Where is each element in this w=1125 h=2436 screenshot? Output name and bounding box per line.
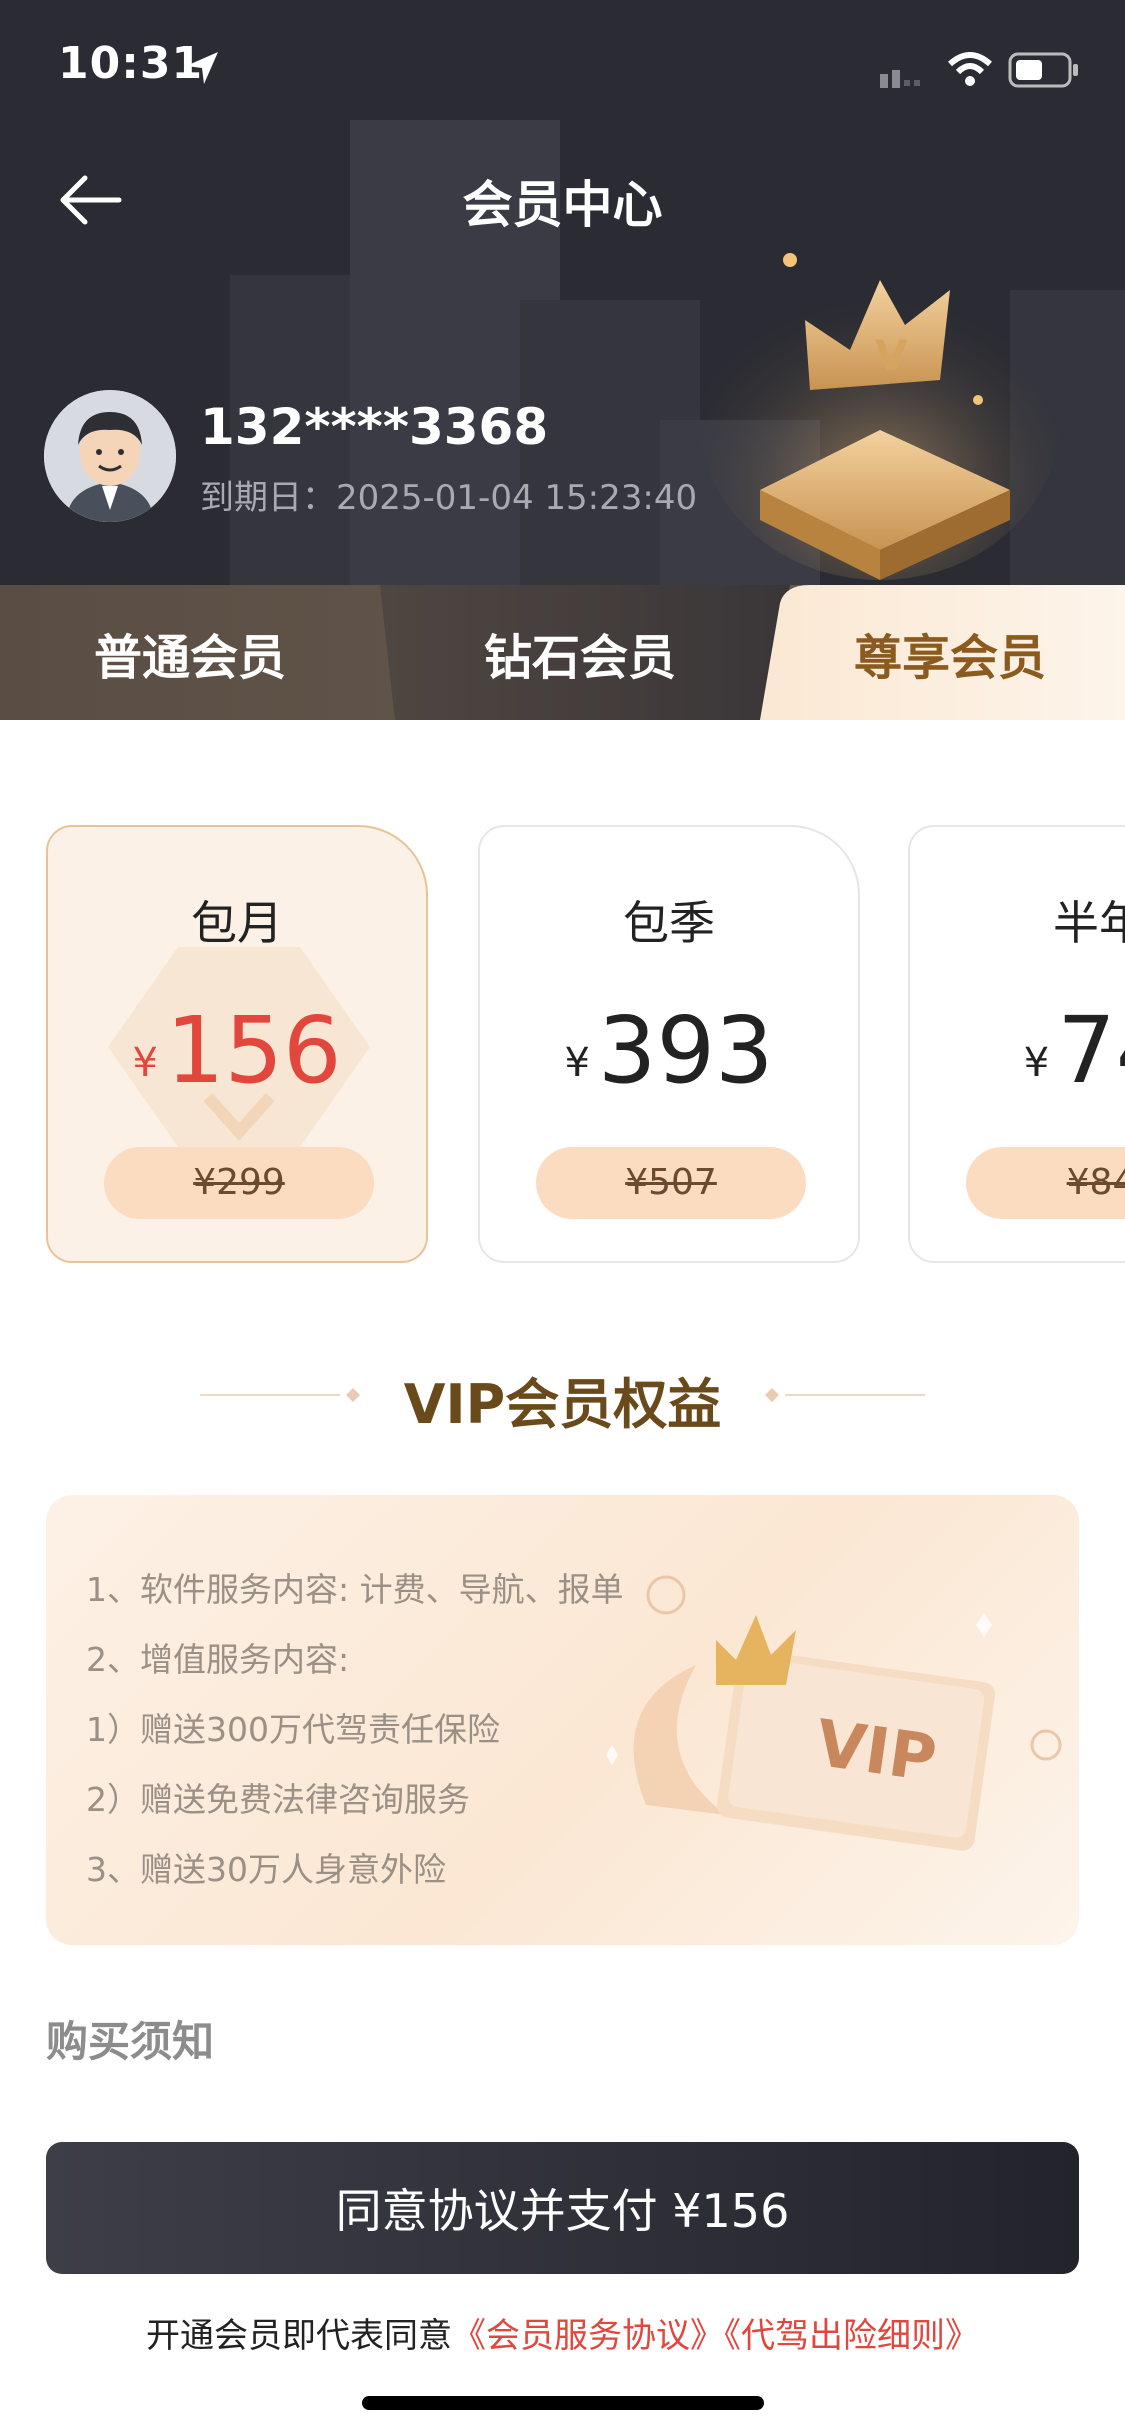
avatar: [44, 390, 176, 522]
tab-regular-member[interactable]: 普通会员: [0, 585, 380, 720]
price-value: 156: [165, 997, 342, 1104]
signal-icon: [880, 66, 924, 92]
price-value: 393: [597, 997, 774, 1104]
agreement-text: 开通会员即代表同意《会员服务协议》《代驾出险细则》: [0, 2308, 1125, 2357]
tab-diamond-member[interactable]: 钻石会员: [390, 585, 770, 720]
plan-card-half-year[interactable]: 半年 ¥74 ¥84: [908, 825, 1125, 1263]
plan-name: 包月: [191, 896, 283, 950]
status-bar: 10:31: [0, 0, 1125, 140]
currency-symbol: ¥: [1023, 1040, 1050, 1086]
benefits-card: 1、软件服务内容: 计费、导航、报单 2、增值服务内容: 1）赠送300万代驾责…: [46, 1495, 1079, 1945]
benefit-line: 1）赠送300万代驾责任保险: [86, 1710, 500, 1749]
battery-icon: [1008, 52, 1080, 92]
tab-premium-member[interactable]: 尊享会员: [775, 585, 1125, 720]
plan-name: 半年: [1053, 896, 1125, 950]
purchase-notice-title[interactable]: 购买须知: [46, 2008, 214, 2069]
original-price: ¥299: [104, 1147, 374, 1219]
expiry-date: 到期日：2025-01-04 15:23:40: [200, 478, 698, 518]
page-title: 会员中心: [462, 176, 663, 234]
membership-tabs: 普通会员 钻石会员 尊享会员: [0, 585, 1125, 720]
plan-card-quarterly[interactable]: 包季 ¥393 ¥507: [478, 825, 860, 1263]
membership-agreement-link[interactable]: 《会员服务协议》: [452, 2316, 724, 2356]
benefit-line: 1、软件服务内容: 计费、导航、报单: [86, 1570, 624, 1609]
vip-card-illustration: VIP: [606, 1575, 1062, 1851]
benefit-line: 2、增值服务内容:: [86, 1640, 350, 1679]
benefits-title: VIP会员权益: [403, 1373, 722, 1436]
home-indicator[interactable]: [362, 2396, 764, 2410]
plan-name: 包季: [623, 896, 715, 950]
location-arrow-icon: [182, 48, 222, 92]
price-value: 74: [1057, 997, 1125, 1104]
agree-and-pay-button[interactable]: 同意协议并支付 ¥156: [46, 2142, 1079, 2274]
plan-price: ¥393: [480, 997, 858, 1104]
agreement-prefix: 开通会员即代表同意: [146, 2316, 452, 2356]
plan-price: ¥156: [48, 997, 426, 1104]
currency-symbol: ¥: [132, 1040, 158, 1086]
benefit-line: 3、赠送30万人身意外险: [86, 1850, 446, 1889]
plan-card-monthly[interactable]: 包月 ¥156 ¥299: [46, 825, 428, 1263]
benefit-line: 2）赠送免费法律咨询服务: [86, 1780, 470, 1819]
svg-text:V: V: [875, 331, 908, 380]
crown-illustration: V: [700, 253, 1060, 580]
currency-symbol: ¥: [564, 1040, 590, 1086]
plan-card-half-year-clip: 半年 ¥74 ¥84: [908, 825, 1125, 1263]
title-divider-right: [765, 1388, 925, 1402]
user-phone: 132****3368: [200, 398, 549, 456]
wifi-icon: [945, 50, 995, 92]
insurance-rules-link[interactable]: 《代驾出险细则》: [724, 2316, 979, 2356]
plan-price: ¥74: [910, 997, 1125, 1104]
original-price: ¥507: [536, 1147, 806, 1219]
original-price: ¥84: [966, 1147, 1125, 1219]
